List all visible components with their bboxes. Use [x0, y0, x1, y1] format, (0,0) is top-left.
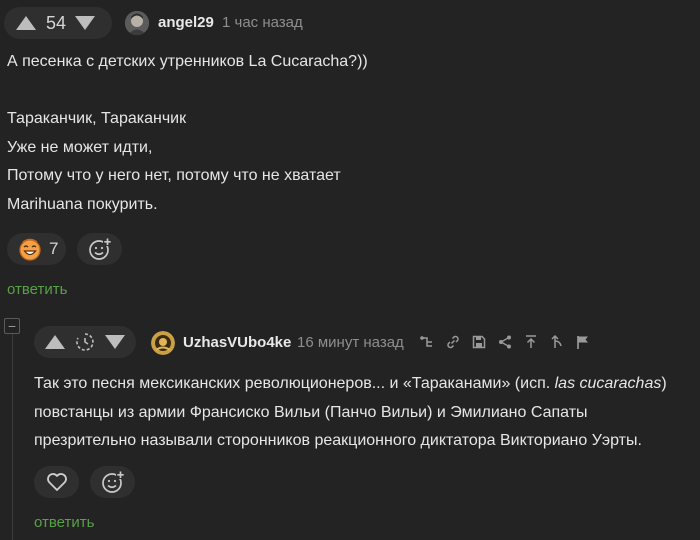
comment-body: Так это песня мексиканских революционеро…: [34, 370, 667, 456]
avatar-image: [125, 11, 149, 35]
thread-line: [12, 332, 13, 540]
comment-line: [7, 77, 368, 106]
comment-text: Так это песня мексиканских революционеро…: [34, 375, 555, 392]
avatar-image: [151, 331, 175, 355]
vote-pill: 54: [4, 7, 112, 39]
vote-pill: [34, 326, 136, 358]
timestamp[interactable]: 16 минут назад: [297, 334, 404, 351]
collapse-glyph: −: [7, 318, 17, 334]
downvote-icon[interactable]: [75, 16, 96, 30]
comment-line: повстанцы из армии Франсиско Вильи (Панч…: [34, 403, 588, 421]
collapse-icon[interactable]: −: [4, 318, 20, 334]
add-reaction-icon: [101, 471, 125, 493]
link-icon[interactable]: [444, 334, 462, 350]
reply-link[interactable]: ответить: [34, 514, 94, 531]
comment-line: А песенка с детских утренников La Cucara…: [7, 53, 368, 70]
comment-line: презрительно называли сторонников реакци…: [34, 432, 642, 450]
reaction-button[interactable]: 7: [7, 233, 66, 265]
timer-icon: [76, 333, 94, 351]
go-up-icon[interactable]: [522, 334, 540, 350]
branch-icon[interactable]: [548, 334, 566, 350]
comment-italic: las cucarachas: [554, 375, 662, 392]
comment-line: Так это песня мексиканских революционеро…: [34, 370, 667, 399]
avatar[interactable]: [151, 331, 175, 355]
comment-body: А песенка с детских утренников La Cucara…: [7, 48, 368, 220]
comment-line: Уже не может идти,: [7, 138, 153, 156]
share-tree-icon[interactable]: [418, 334, 436, 350]
avatar[interactable]: [125, 11, 149, 35]
comment-line: Тараканчик, Тараканчик: [7, 110, 187, 128]
comment-text: ): [661, 375, 667, 392]
add-reaction-icon: [88, 238, 112, 260]
comment-toolbar: [418, 334, 592, 350]
upvote-icon[interactable]: [45, 335, 65, 349]
timestamp[interactable]: 1 час назад: [222, 14, 303, 31]
reaction-count: 7: [49, 239, 59, 258]
username[interactable]: angel29: [158, 14, 214, 31]
save-icon[interactable]: [470, 334, 488, 350]
smile-emoji-icon: [19, 238, 41, 261]
comment-line: Потому что у него нет, потому что не хва…: [7, 167, 341, 185]
share-icon[interactable]: [496, 334, 514, 350]
add-reaction-button[interactable]: [77, 233, 122, 265]
reply-link[interactable]: ответить: [7, 281, 67, 298]
downvote-icon[interactable]: [105, 335, 125, 349]
flag-icon[interactable]: [574, 334, 592, 350]
username[interactable]: UzhasVUbo4ke: [183, 334, 291, 351]
add-reaction-button[interactable]: [90, 466, 135, 498]
like-button[interactable]: [34, 466, 79, 498]
rating-count: 54: [46, 12, 67, 33]
heart-icon: [46, 473, 67, 491]
comment-line: Marihuana покурить.: [7, 195, 158, 213]
upvote-icon[interactable]: [16, 16, 36, 30]
